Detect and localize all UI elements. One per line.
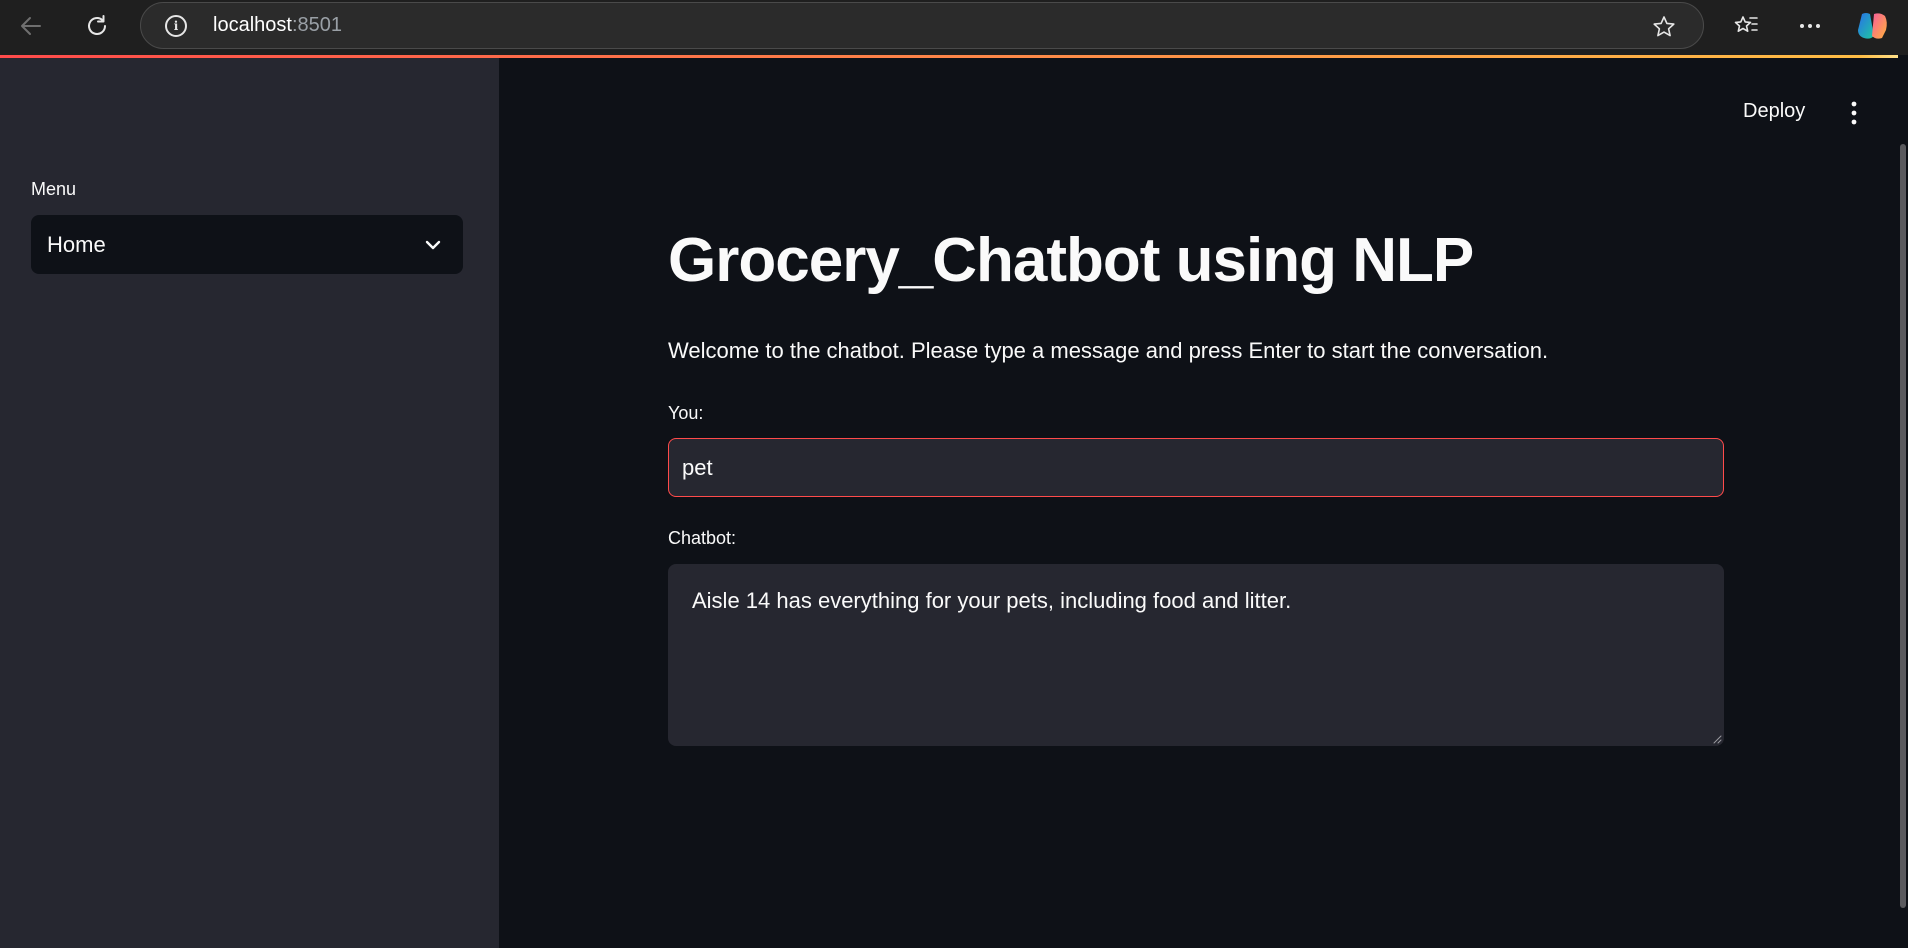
menu-label: Menu (31, 179, 77, 199)
main-content: Deploy Grocery_Chatbot using NLP Welcome… (499, 58, 1898, 948)
url-text: localhost:8501 (213, 14, 342, 37)
message-input[interactable] (668, 438, 1724, 497)
back-arrow-icon (21, 17, 41, 35)
scrollbar-track[interactable] (1898, 58, 1908, 948)
reload-icon (88, 15, 106, 35)
star-icon[interactable] (1651, 14, 1677, 40)
page-title: Grocery_Chatbot using NLP (668, 226, 1474, 295)
chatbot-label: Chatbot: (668, 528, 737, 548)
url-port: :8501 (291, 14, 342, 36)
reload-button[interactable] (76, 5, 118, 47)
url-host: localhost (213, 14, 292, 36)
kebab-icon[interactable] (1843, 96, 1865, 130)
menu-select-value: Home (47, 231, 106, 257)
you-label: You: (668, 403, 704, 423)
favorites-icon[interactable] (1726, 6, 1766, 46)
sidebar: Menu Home (0, 58, 499, 948)
menu-select[interactable]: Home (31, 215, 463, 274)
back-button[interactable] (10, 5, 52, 47)
welcome-text: Welcome to the chatbot. Please type a me… (668, 338, 1549, 363)
resize-handle-icon[interactable] (1712, 734, 1722, 744)
info-icon[interactable]: i (165, 15, 187, 37)
browser-toolbar: i localhost:8501 (0, 0, 1908, 55)
address-bar[interactable]: i localhost:8501 (140, 2, 1704, 49)
chatbot-response-area[interactable]: Aisle 14 has everything for your pets, i… (668, 564, 1724, 746)
scrollbar-thumb[interactable] (1900, 144, 1906, 908)
deploy-button[interactable]: Deploy (1739, 96, 1809, 127)
copilot-icon[interactable] (1852, 6, 1892, 46)
chevron-down-icon (425, 240, 441, 250)
more-icon[interactable] (1790, 6, 1830, 46)
